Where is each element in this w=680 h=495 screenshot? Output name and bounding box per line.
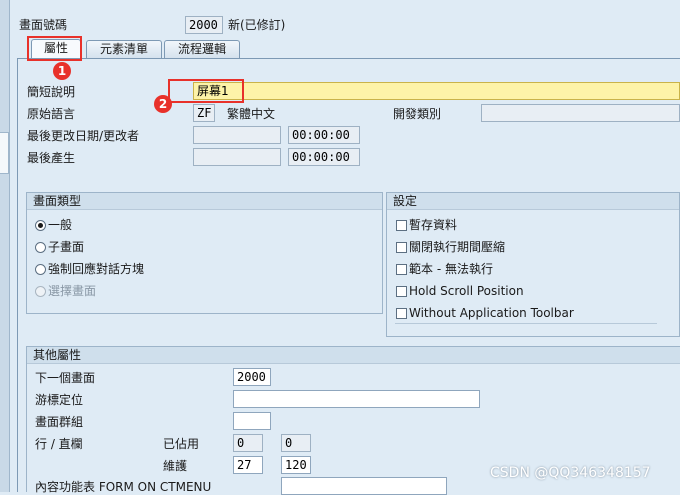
chk-template-label: 範本 - 無法執行 [409,262,493,276]
context-menu-input[interactable] [281,477,447,495]
annotation-box-tab [27,36,82,61]
screen-number-field: 2000 [185,16,223,34]
last-changed-time: 00:00:00 [288,126,360,144]
chk-no-compression-label: 關閉執行期間壓縮 [409,240,506,254]
annotation-box-desc [168,79,244,103]
annotation-badge-2: 2 [154,95,172,113]
settings-group: 設定 暫存資料 關閉執行期間壓縮 範本 - 無法執行 Hold Scroll P… [386,192,680,337]
chk-hold-scroll-label: Hold Scroll Position [409,284,524,298]
occupied-label: 已佔用 [163,437,200,451]
screen-group-input[interactable] [233,412,271,430]
maintain-row[interactable]: 27 [233,456,263,474]
settings-divider [395,323,657,324]
left-gutter [0,0,10,492]
short-desc-label: 簡短說明 [27,85,76,99]
maintain-label: 維護 [163,459,188,473]
maintain-col[interactable]: 120 [281,456,311,474]
radio-selection-screen-label: 選擇畫面 [48,284,97,298]
radio-modal-dialog[interactable] [35,264,46,275]
last-changed-date [193,126,281,144]
cursor-position-input[interactable] [233,390,480,408]
chk-template[interactable] [396,264,407,275]
screen-number-label: 畫面號碼 [19,18,68,32]
radio-modal-dialog-label: 強制回應對話方塊 [48,262,145,276]
chk-no-compression[interactable] [396,242,407,253]
chk-no-app-toolbar-label: Without Application Toolbar [409,306,574,320]
last-changed-label: 最後更改日期/更改者 [27,129,140,143]
radio-subscreen-label: 子畫面 [48,240,85,254]
watermark: CSDN @QQ346348157 [490,465,651,481]
row-col-label: 行 / 直欄 [35,437,83,451]
next-screen-input[interactable]: 2000 [233,368,271,386]
screen-type-group: 畫面類型 一般 子畫面 強制回應對話方塊 選擇畫面 [26,192,383,314]
radio-selection-screen [35,286,46,297]
chk-hold-data-label: 暫存資料 [409,218,458,232]
screen-type-title: 畫面類型 [27,193,382,210]
dev-class-field [481,104,680,122]
chk-hold-data[interactable] [396,220,407,231]
short-desc-input[interactable]: 屏幕1 [193,82,680,100]
context-menu-label: 內容功能表 FORM ON CTMENU [35,480,212,494]
tab-element-list[interactable]: 元素清單 [86,40,162,58]
radio-normal[interactable] [35,220,46,231]
screen-group-label: 畫面群組 [35,415,84,429]
other-attributes-title: 其他屬性 [27,347,680,364]
radio-subscreen[interactable] [35,242,46,253]
chk-no-app-toolbar[interactable] [396,308,407,319]
cursor-position-label: 游標定位 [35,393,84,407]
dev-class-label: 開發類別 [393,107,442,121]
last-gen-date [193,148,281,166]
left-gutter-button[interactable] [0,132,9,174]
occupied-row: 0 [233,434,263,452]
screen-status: 新(已修訂) [228,18,286,32]
occupied-col: 0 [281,434,311,452]
next-screen-label: 下一個畫面 [35,371,96,385]
radio-normal-label: 一般 [48,218,73,232]
last-gen-label: 最後產生 [27,151,76,165]
annotation-badge-1: 1 [53,62,71,80]
settings-title: 設定 [387,193,679,210]
last-gen-time: 00:00:00 [288,148,360,166]
orig-lang-label: 原始語言 [27,107,76,121]
orig-lang-name: 繁體中文 [227,107,276,121]
chk-hold-scroll[interactable] [396,286,407,297]
tab-flow-logic[interactable]: 流程邏輯 [164,40,240,58]
orig-lang-code: ZF [193,104,215,122]
